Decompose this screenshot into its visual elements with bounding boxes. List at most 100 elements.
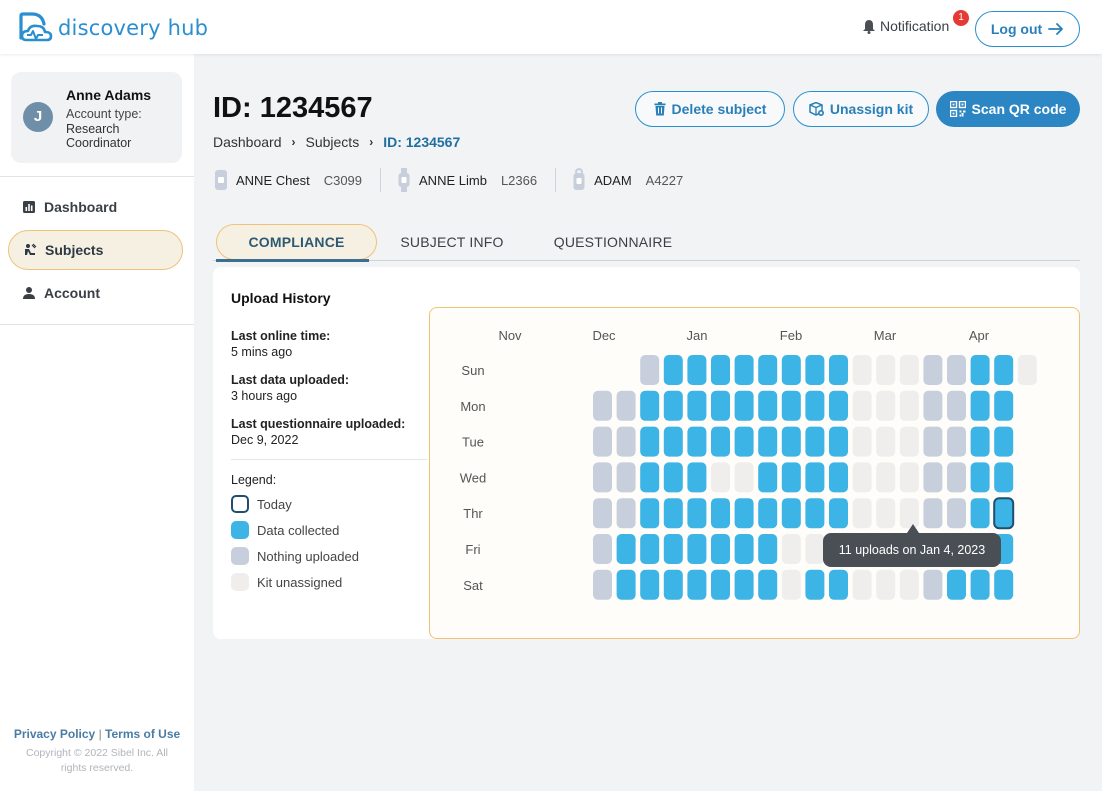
day-cell[interactable]: [852, 498, 872, 529]
day-cell[interactable]: [923, 498, 943, 529]
day-cell[interactable]: [899, 390, 919, 421]
unassign-kit-button[interactable]: Unassign kit: [793, 91, 929, 127]
day-cell[interactable]: [616, 498, 636, 529]
day-cell[interactable]: [734, 498, 754, 529]
day-cell[interactable]: [616, 462, 636, 493]
day-cell[interactable]: [970, 355, 990, 385]
day-cell[interactable]: [781, 569, 801, 600]
day-cell[interactable]: [781, 426, 801, 457]
day-cell[interactable]: [994, 390, 1014, 421]
day-cell[interactable]: [994, 462, 1014, 493]
day-cell[interactable]: [970, 498, 990, 529]
day-cell[interactable]: [852, 390, 872, 421]
day-cell[interactable]: [640, 390, 660, 421]
day-cell[interactable]: [711, 569, 730, 600]
day-cell[interactable]: [829, 569, 848, 600]
day-cell[interactable]: [805, 390, 825, 421]
day-cell[interactable]: [758, 462, 778, 493]
day-cell[interactable]: [805, 426, 825, 457]
day-cell[interactable]: [663, 462, 683, 493]
day-cell[interactable]: [876, 498, 896, 529]
day-cell[interactable]: [970, 390, 990, 421]
sidebar-item-subjects[interactable]: Subjects: [8, 230, 183, 270]
day-cell[interactable]: [876, 355, 896, 385]
day-cell[interactable]: [711, 498, 730, 529]
day-cell[interactable]: [640, 355, 660, 385]
day-cell[interactable]: [970, 462, 990, 493]
day-cell[interactable]: [829, 355, 848, 385]
day-cell[interactable]: [663, 426, 683, 457]
day-cell[interactable]: [829, 498, 848, 529]
day-cell[interactable]: [899, 426, 919, 457]
tab-questionnaire[interactable]: QUESTIONNAIRE: [543, 224, 683, 260]
day-cell[interactable]: [923, 390, 943, 421]
day-cell[interactable]: [593, 534, 612, 564]
day-cell[interactable]: [687, 390, 707, 421]
day-cell[interactable]: [805, 498, 825, 529]
sidebar-item-account[interactable]: Account: [8, 273, 183, 313]
day-cell[interactable]: [781, 355, 801, 385]
tab-subject-info[interactable]: SUBJECT INFO: [393, 224, 511, 260]
day-cell[interactable]: [734, 355, 754, 385]
day-cell[interactable]: [616, 569, 636, 600]
day-cell[interactable]: [781, 390, 801, 421]
day-cell[interactable]: [616, 534, 636, 564]
day-cell[interactable]: [687, 498, 707, 529]
terms-of-use-link[interactable]: Terms of Use: [105, 727, 180, 741]
day-cell[interactable]: [734, 390, 754, 421]
day-cell[interactable]: [805, 534, 825, 564]
day-cell[interactable]: [899, 462, 919, 493]
day-cell[interactable]: [734, 462, 754, 493]
day-cell[interactable]: [852, 569, 872, 600]
day-cell[interactable]: [947, 569, 966, 600]
day-cell[interactable]: [758, 569, 778, 600]
day-cell[interactable]: [781, 534, 801, 564]
day-cell[interactable]: [876, 426, 896, 457]
day-cell[interactable]: [947, 390, 966, 421]
day-cell[interactable]: [994, 426, 1014, 457]
breadcrumb-dashboard[interactable]: Dashboard: [213, 134, 282, 150]
notification-button[interactable]: Notification: [862, 18, 949, 34]
day-cell[interactable]: [899, 569, 919, 600]
day-cell[interactable]: [640, 498, 660, 529]
day-cell[interactable]: [663, 534, 683, 564]
day-cell[interactable]: [947, 462, 966, 493]
today-cell[interactable]: [993, 497, 1015, 530]
day-cell[interactable]: [593, 390, 612, 421]
day-cell[interactable]: [876, 462, 896, 493]
day-cell[interactable]: [994, 355, 1014, 385]
day-cell[interactable]: [734, 569, 754, 600]
day-cell[interactable]: [593, 426, 612, 457]
day-cell[interactable]: [734, 426, 754, 457]
day-cell[interactable]: [711, 426, 730, 457]
day-cell[interactable]: [923, 569, 943, 600]
day-cell[interactable]: [994, 569, 1014, 600]
day-cell[interactable]: [781, 498, 801, 529]
day-cell[interactable]: [758, 498, 778, 529]
day-cell[interactable]: [687, 426, 707, 457]
day-cell[interactable]: [640, 426, 660, 457]
day-cell[interactable]: [829, 462, 848, 493]
day-cell[interactable]: [758, 426, 778, 457]
day-cell[interactable]: [852, 355, 872, 385]
day-cell[interactable]: [687, 355, 707, 385]
day-cell[interactable]: [805, 569, 825, 600]
day-cell[interactable]: [687, 534, 707, 564]
day-cell[interactable]: [876, 390, 896, 421]
day-cell[interactable]: [758, 534, 778, 564]
day-cell[interactable]: [852, 462, 872, 493]
day-cell[interactable]: [899, 355, 919, 385]
day-cell[interactable]: [970, 426, 990, 457]
day-cell[interactable]: [640, 569, 660, 600]
day-cell[interactable]: [781, 462, 801, 493]
day-cell[interactable]: [640, 462, 660, 493]
delete-subject-button[interactable]: Delete subject: [635, 91, 785, 127]
day-cell[interactable]: [663, 569, 683, 600]
day-cell[interactable]: [663, 498, 683, 529]
scan-qr-code-button[interactable]: Scan QR code: [936, 91, 1080, 127]
day-cell[interactable]: [593, 498, 612, 529]
day-cell[interactable]: [970, 569, 990, 600]
day-cell[interactable]: [947, 498, 966, 529]
day-cell[interactable]: [640, 534, 660, 564]
day-cell[interactable]: [711, 390, 730, 421]
